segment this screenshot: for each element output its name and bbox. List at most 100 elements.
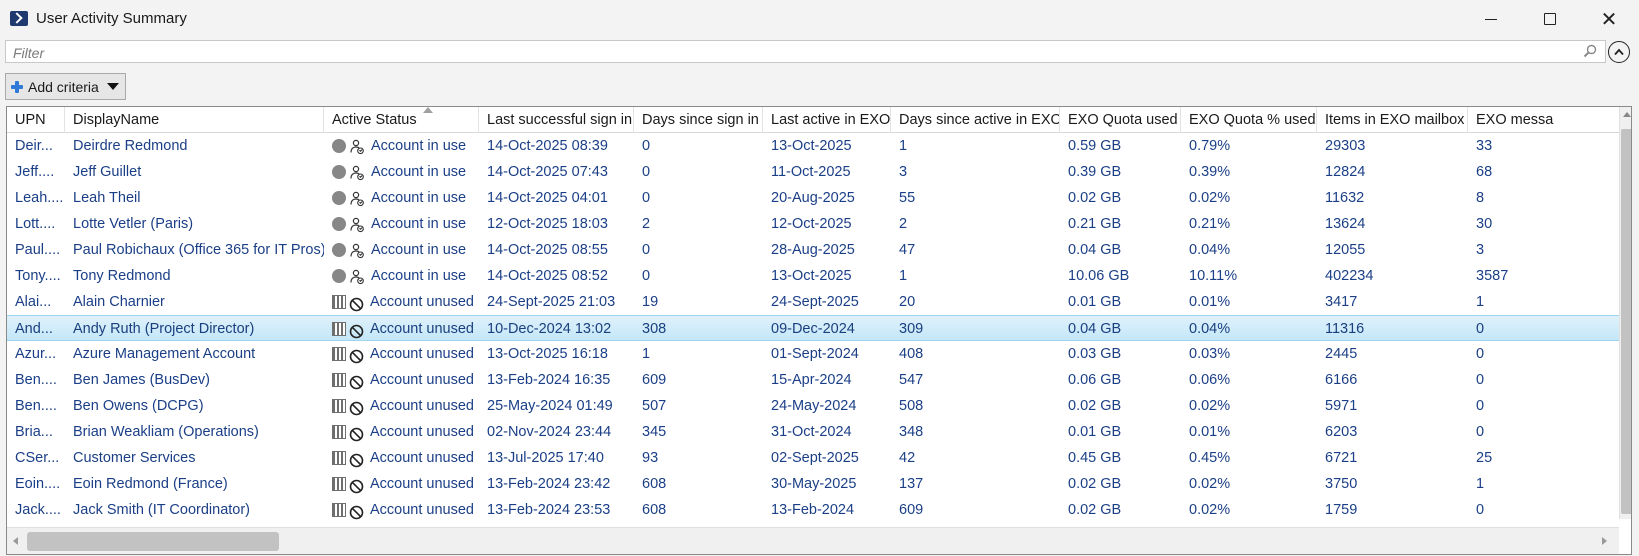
user-check-icon xyxy=(349,164,365,181)
column-header-items-in-mailbox[interactable]: Items in EXO mailbox xyxy=(1317,107,1468,133)
cell-items-in-mailbox: 2445 xyxy=(1325,346,1358,362)
column-header-exo-messages[interactable]: EXO messa xyxy=(1468,107,1619,133)
cell-last-active-exo: 09-Dec-2024 xyxy=(771,321,855,337)
column-header-exo-quota-used[interactable]: EXO Quota used xyxy=(1060,107,1181,133)
cell-items-in-mailbox: 6203 xyxy=(1325,424,1358,440)
horizontal-scrollbar[interactable] xyxy=(7,527,1619,554)
cell-displayname: Ben Owens (DCPG) xyxy=(73,398,204,414)
status-dot-icon xyxy=(332,243,346,257)
cell-items-in-mailbox: 11632 xyxy=(1325,190,1365,206)
cell-exo-quota-used: 0.06 GB xyxy=(1068,372,1122,388)
cell-days-since-sign-in: 0 xyxy=(642,138,651,154)
maximize-icon xyxy=(1544,13,1556,25)
column-header-days-since-active-exo[interactable]: Days since active in EXO xyxy=(891,107,1060,133)
table-row[interactable]: Tony.... Tony Redmond Account in use 14-Oct… xyxy=(7,263,1619,289)
cell-last-active-exo: 12-Oct-2025 xyxy=(771,216,852,232)
cell-last-sign-in: 13-Feb-2024 23:53 xyxy=(487,502,611,518)
cell-displayname: Azure Management Account xyxy=(73,346,256,362)
cell-upn: Tony.... xyxy=(15,268,61,284)
cell-items-in-mailbox: 12055 xyxy=(1325,242,1366,258)
table-row[interactable]: And... Andy Ruth (Project Director) Accoun… xyxy=(7,315,1619,341)
column-header-last-active-exo[interactable]: Last active in EXO xyxy=(763,107,891,133)
cell-active-status: Account in use xyxy=(324,185,479,211)
status-text: Account in use xyxy=(371,138,467,154)
cell-last-active-exo: 11-Oct-2025 xyxy=(771,164,851,180)
column-header-displayname[interactable]: DisplayName xyxy=(65,107,324,133)
cell-days-since-sign-in: 0 xyxy=(642,242,651,258)
scroll-up-arrow-icon[interactable] xyxy=(1623,112,1631,117)
cell-last-active-exo: 13-Oct-2025 xyxy=(771,268,852,284)
table-row[interactable]: Deir... Deirdre Redmond Account in use 14-O… xyxy=(7,133,1619,159)
cell-exo-quota-pct: 10.11% xyxy=(1189,268,1238,284)
cell-days-since-active-exo: 137 xyxy=(899,476,924,492)
blocked-icon xyxy=(349,322,364,338)
filter-input[interactable] xyxy=(6,41,1605,62)
column-header-exo-quota-pct[interactable]: EXO Quota % used xyxy=(1181,107,1317,133)
cell-days-since-sign-in: 345 xyxy=(642,424,667,440)
vertical-scroll-thumb[interactable] xyxy=(1621,129,1631,514)
cell-exo-messages: 25 xyxy=(1476,450,1493,466)
cell-displayname: Jeff Guillet xyxy=(73,164,142,180)
grid-header: UPN DisplayName Active Status Last succe… xyxy=(7,107,1619,133)
cell-days-since-sign-in: 0 xyxy=(642,164,651,180)
table-row[interactable]: Eoin.... Eoin Redmond (France) Account unu… xyxy=(7,471,1619,497)
maximize-button[interactable] xyxy=(1521,0,1579,38)
cell-exo-messages: 1 xyxy=(1476,476,1485,492)
cell-items-in-mailbox: 402234 xyxy=(1325,268,1374,284)
cell-active-status: Account unused xyxy=(324,445,479,471)
table-row[interactable]: Ben.... Ben James (BusDev) Account unused 1… xyxy=(7,367,1619,393)
cell-exo-quota-pct: 0.01% xyxy=(1189,294,1231,310)
column-header-active-status[interactable]: Active Status xyxy=(324,107,479,133)
column-header-days-since-sign-in[interactable]: Days since sign in xyxy=(634,107,763,133)
table-row[interactable]: Alai... Alain Charnier Account unused 24-Se… xyxy=(7,289,1619,315)
minimize-button[interactable] xyxy=(1462,0,1520,38)
cell-upn: Paul.... xyxy=(15,242,61,258)
close-button[interactable]: ✕ xyxy=(1580,0,1638,38)
cell-days-since-active-exo: 3 xyxy=(899,164,908,180)
table-row[interactable]: Ben.... Ben Owens (DCPG) Account unused 25-… xyxy=(7,393,1619,419)
column-header-upn[interactable]: UPN xyxy=(7,107,65,133)
table-row[interactable]: Jeff.... Jeff Guillet Account in use 14-Oct… xyxy=(7,159,1619,185)
cell-days-since-sign-in: 608 xyxy=(642,502,667,518)
scroll-right-arrow-icon[interactable] xyxy=(1602,537,1607,545)
horizontal-scroll-thumb[interactable] xyxy=(27,532,279,551)
cell-last-active-exo: 13-Feb-2024 xyxy=(771,502,855,518)
status-dot-icon xyxy=(332,165,346,179)
cell-items-in-mailbox: 11316 xyxy=(1325,321,1365,337)
cell-exo-quota-used: 0.59 GB xyxy=(1068,138,1122,154)
table-row[interactable]: Azur... Azure Management Account Account u… xyxy=(7,341,1619,367)
cell-items-in-mailbox: 1759 xyxy=(1325,502,1358,518)
cell-last-sign-in: 14-Oct-2025 08:55 xyxy=(487,242,608,258)
blocked-icon xyxy=(349,347,364,363)
user-check-icon xyxy=(349,242,365,259)
cell-upn: CSer... xyxy=(15,450,60,466)
collapse-filter-button[interactable] xyxy=(1608,41,1630,63)
table-row[interactable]: Lott.... Lotte Vetler (Paris) Account in u… xyxy=(7,211,1619,237)
cell-displayname: Customer Services xyxy=(73,450,196,466)
cell-last-sign-in: 02-Nov-2024 23:44 xyxy=(487,424,612,440)
blocked-icon xyxy=(349,425,364,441)
add-criteria-button[interactable]: Add criteria xyxy=(5,73,126,100)
cell-last-active-exo: 24-Sept-2025 xyxy=(771,294,859,310)
status-bars-icon xyxy=(332,347,346,361)
cell-exo-messages: 1 xyxy=(1476,294,1485,310)
vertical-scrollbar[interactable] xyxy=(1619,107,1631,519)
cell-upn: Eoin.... xyxy=(15,476,61,492)
table-row[interactable]: Bria... Brian Weakliam (Operations) Accoun… xyxy=(7,419,1619,445)
status-bars-icon xyxy=(332,322,346,336)
status-text: Account in use xyxy=(371,164,467,180)
cell-displayname: Leah Theil xyxy=(73,190,141,206)
table-row[interactable]: CSer... Customer Services Account unused 13… xyxy=(7,445,1619,471)
status-bars-icon xyxy=(332,503,346,517)
table-row[interactable]: Jack.... Jack Smith (IT Coordinator) Accou… xyxy=(7,497,1619,523)
status-text: Account in use xyxy=(371,216,467,232)
cell-days-since-sign-in: 507 xyxy=(642,398,667,414)
cell-exo-messages: 0 xyxy=(1476,346,1485,362)
status-bars-icon xyxy=(332,373,346,387)
table-row[interactable]: Paul.... Paul Robichaux (Office 365 for I… xyxy=(7,237,1619,263)
scroll-left-arrow-icon[interactable] xyxy=(13,537,18,545)
cell-last-active-exo: 30-May-2025 xyxy=(771,476,857,492)
cell-last-sign-in: 14-Oct-2025 04:01 xyxy=(487,190,608,206)
table-row[interactable]: Leah.... Leah Theil Account in use 14-Oct-2… xyxy=(7,185,1619,211)
column-header-last-sign-in[interactable]: Last successful sign in xyxy=(479,107,634,133)
